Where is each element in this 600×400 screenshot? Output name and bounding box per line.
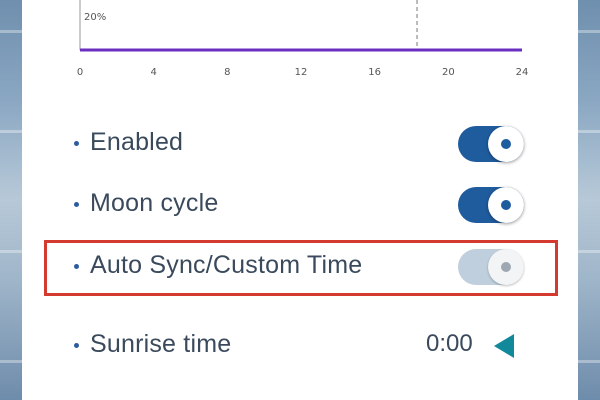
- chart-x-tick-label: 4: [150, 67, 157, 78]
- chart-x-tick-label: 0: [76, 67, 84, 78]
- setting-label: Moon cycle: [90, 189, 219, 217]
- chart-x-tick-label: 24: [515, 67, 529, 78]
- setting-row-sunrise-time: Sunrise time 0:00: [22, 322, 578, 372]
- chart-x-tick-label: 8: [224, 67, 231, 78]
- settings-panel: 20% 0 4 8 12 16 20 24 Enabled Moon cycle Auto …: [22, 0, 578, 400]
- bullet: [74, 202, 79, 207]
- chart-x-tick-label: 16: [368, 67, 382, 78]
- toggle-knob: [488, 249, 524, 285]
- enabled-toggle[interactable]: [458, 126, 524, 162]
- setting-row-moon-cycle: Moon cycle: [22, 181, 578, 231]
- toggle-dot: [501, 262, 511, 272]
- toggle-dot: [501, 139, 511, 149]
- toggle-dot: [501, 200, 511, 210]
- auto-sync-toggle[interactable]: [458, 249, 524, 285]
- setting-row-auto-sync: Auto Sync/Custom Time: [22, 243, 578, 293]
- setting-row-enabled: Enabled: [22, 120, 578, 170]
- daylight-chart: 20% 0 4 8 12 16 20 24: [22, 0, 578, 90]
- setting-label: Sunrise time: [90, 330, 232, 358]
- bullet: [74, 264, 79, 269]
- chart-x-tick-label: 20: [441, 67, 455, 78]
- sunrise-time-value: 0:00: [426, 330, 473, 357]
- setting-label: Enabled: [90, 128, 184, 156]
- toggle-knob: [488, 126, 524, 162]
- chart-x-tick-label: 12: [294, 67, 308, 78]
- bullet: [74, 141, 79, 146]
- setting-label: Auto Sync/Custom Time: [90, 251, 363, 279]
- triangle-left-icon[interactable]: [494, 334, 514, 358]
- bullet: [74, 343, 79, 348]
- toggle-knob: [488, 187, 524, 223]
- moon-cycle-toggle[interactable]: [458, 187, 524, 223]
